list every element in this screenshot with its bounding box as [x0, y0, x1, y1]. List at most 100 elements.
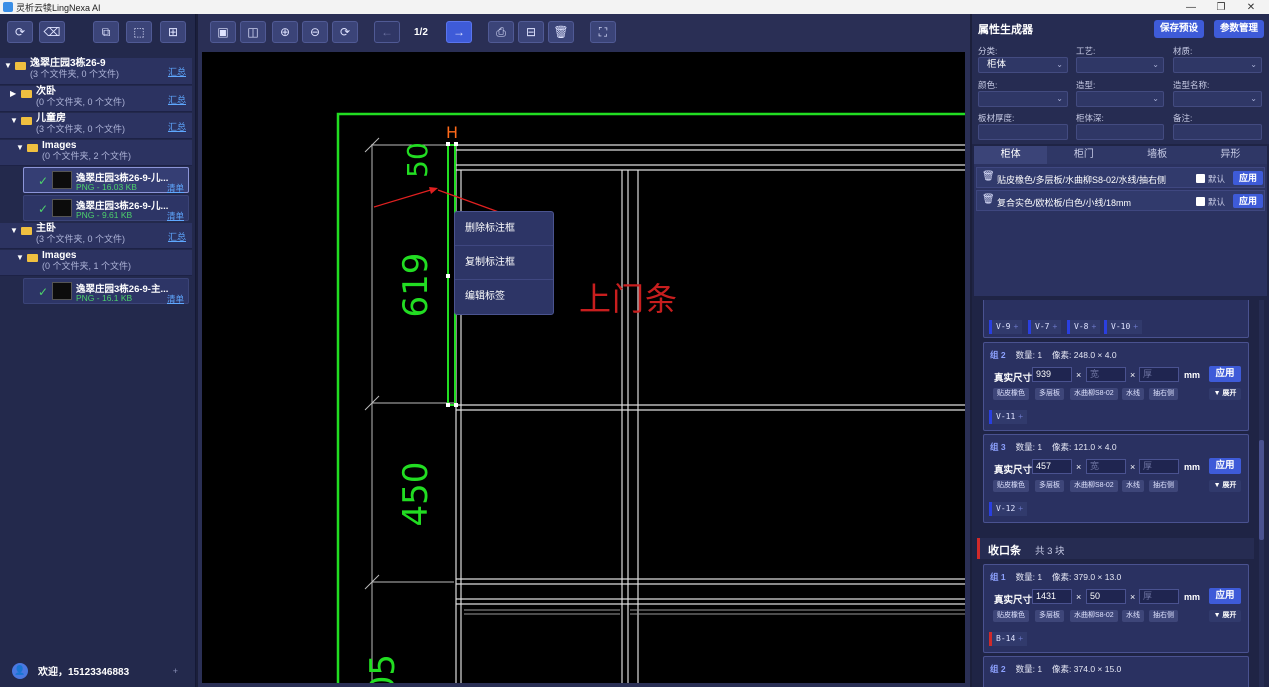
restore-button[interactable]: ❐: [1206, 0, 1236, 14]
expand-button[interactable]: ▼ 展开: [1209, 610, 1241, 622]
edit-tag-menu-item[interactable]: 编辑标签: [455, 280, 553, 314]
expand-button[interactable]: ▼ 展开: [1209, 480, 1241, 492]
apply-button[interactable]: 应用: [1209, 366, 1241, 382]
attr-tag[interactable]: 抽右侧: [1149, 610, 1178, 622]
length-input[interactable]: 939: [1032, 367, 1072, 382]
attr-tag[interactable]: 水曲柳S8-02: [1070, 480, 1118, 492]
attr-tag[interactable]: 多层板: [1035, 388, 1064, 400]
file-item-2[interactable]: ✓ 逸翠庄园3栋26-9-儿... PNG - 9.61 KB 清单: [23, 195, 189, 221]
tree-node-root[interactable]: ▼ 逸翠庄园3栋26-9 (3 个文件夹, 0 个文件) 汇总: [0, 58, 192, 85]
select-rect-button[interactable]: ◫: [240, 21, 266, 43]
apply-preset-button[interactable]: 应用: [1233, 171, 1263, 185]
draw-rect-button[interactable]: ▣: [210, 21, 236, 43]
v-tag[interactable]: V-8 +: [1067, 320, 1101, 334]
attr-tag[interactable]: 水线: [1122, 388, 1144, 400]
clear-button[interactable]: ⌫: [39, 21, 65, 43]
tab-door[interactable]: 柜门: [1047, 146, 1120, 164]
summary-link[interactable]: 汇总: [168, 65, 186, 78]
summary-link[interactable]: 汇总: [168, 93, 186, 106]
note-input[interactable]: [1173, 124, 1262, 140]
copy-box-menu-item[interactable]: 复制标注框: [455, 246, 553, 280]
refresh-button[interactable]: ⟳: [7, 21, 33, 43]
attr-tag[interactable]: 多层板: [1035, 610, 1064, 622]
thickness-field[interactable]: 厚: [1139, 589, 1179, 604]
delete-box-menu-item[interactable]: 删除标注框: [455, 212, 553, 246]
apply-button[interactable]: 应用: [1209, 588, 1241, 604]
tab-wallpanel[interactable]: 墙板: [1121, 146, 1194, 164]
width-input[interactable]: 宽: [1086, 459, 1126, 474]
prev-page-button[interactable]: ←: [374, 21, 400, 43]
summary-link[interactable]: 汇总: [168, 120, 186, 133]
depth-input[interactable]: [1076, 124, 1164, 140]
shape-select[interactable]: ⌄: [1076, 91, 1164, 107]
scrollbar-thumb[interactable]: [1259, 440, 1264, 540]
add-icon[interactable]: +: [173, 666, 178, 676]
expand-button[interactable]: ▼ 展开: [1209, 388, 1241, 400]
scrollbar[interactable]: [1259, 300, 1264, 687]
delete-button[interactable]: 🗑: [548, 21, 574, 43]
expand-arrow-icon[interactable]: ▼: [16, 253, 25, 262]
expand-arrow-icon[interactable]: ▶: [10, 89, 19, 98]
thickness-field[interactable]: 厚: [1139, 459, 1179, 474]
v-tag[interactable]: V-7 +: [1028, 320, 1062, 334]
fullscreen-button[interactable]: ⛶: [590, 21, 616, 43]
length-input[interactable]: 457: [1032, 459, 1072, 474]
export-button[interactable]: ⎙: [488, 21, 514, 43]
layout-button[interactable]: ⊞: [160, 21, 186, 43]
width-input[interactable]: 50: [1086, 589, 1126, 604]
apply-preset-button[interactable]: 应用: [1233, 194, 1263, 208]
v-tag[interactable]: V-12 +: [989, 502, 1028, 516]
attr-tag[interactable]: 水曲柳S8-02: [1070, 610, 1118, 622]
minimize-button[interactable]: —: [1176, 0, 1206, 14]
attr-tag[interactable]: 贴皮橡色: [993, 480, 1029, 492]
attr-tag[interactable]: 水曲柳S8-02: [1070, 388, 1118, 400]
reset-view-button[interactable]: ⟳: [332, 21, 358, 43]
list-link[interactable]: 清单: [167, 182, 184, 194]
tree-node-ertong[interactable]: ▼ 儿童房 (3 个文件夹, 0 个文件) 汇总: [0, 113, 192, 139]
list-link[interactable]: 清单: [167, 210, 184, 222]
v-tag[interactable]: V-11 +: [989, 410, 1028, 424]
attr-tag[interactable]: 水线: [1122, 610, 1144, 622]
file-item-3[interactable]: ✓ 逸翠庄园3栋26-9-主... PNG - 16.1 KB 清单: [23, 278, 189, 304]
param-manage-button[interactable]: 参数管理: [1214, 20, 1265, 38]
color-select[interactable]: ⌄: [978, 91, 1068, 107]
attr-tag[interactable]: 多层板: [1035, 480, 1064, 492]
zoom-out-button[interactable]: ⊖: [302, 21, 328, 43]
select-folder-button[interactable]: ⬚: [126, 21, 152, 43]
tree-node-images-1[interactable]: ▼ Images (0 个文件夹, 2 个文件): [0, 140, 192, 166]
shape-name-select[interactable]: ⌄: [1173, 91, 1262, 107]
close-button[interactable]: ✕: [1236, 0, 1266, 14]
default-checkbox[interactable]: [1196, 197, 1205, 206]
b-tag[interactable]: B-14 +: [989, 632, 1028, 646]
summary-link[interactable]: 汇总: [168, 230, 186, 243]
expand-arrow-icon[interactable]: ▼: [4, 61, 13, 70]
attr-tag[interactable]: 水线: [1122, 480, 1144, 492]
length-input[interactable]: 1431: [1032, 589, 1072, 604]
thickness-input[interactable]: [978, 124, 1068, 140]
user-avatar-icon[interactable]: 👤: [12, 662, 28, 679]
v-tag[interactable]: V-10 +: [1104, 320, 1143, 334]
tree-node-ciwo[interactable]: ▶ 次卧 (0 个文件夹, 0 个文件) 汇总: [0, 86, 192, 112]
thickness-field[interactable]: 厚: [1139, 367, 1179, 382]
category-select[interactable]: 柜体 ⌄: [978, 57, 1068, 73]
drawing-canvas[interactable]: 50 619 450 305 H 上门条 删除标注框 复制标注框 编辑标签: [202, 52, 965, 683]
craft-select[interactable]: ⌄: [1076, 57, 1164, 73]
tab-cabinet[interactable]: 柜体: [974, 146, 1048, 164]
default-checkbox[interactable]: [1196, 174, 1205, 183]
attr-tag[interactable]: 抽右侧: [1149, 388, 1178, 400]
material-select[interactable]: ⌄: [1173, 57, 1262, 73]
tree-node-images-2[interactable]: ▼ Images (0 个文件夹, 1 个文件): [0, 250, 192, 276]
split-button[interactable]: ⊟: [518, 21, 544, 43]
trash-icon[interactable]: 🗑: [982, 171, 995, 182]
zoom-in-button[interactable]: ⊕: [272, 21, 298, 43]
list-link[interactable]: 清单: [167, 293, 184, 305]
file-item-1[interactable]: ✓ 逸翠庄园3栋26-9-儿... PNG - 16.03 KB 清单: [23, 167, 189, 193]
attr-tag[interactable]: 抽右侧: [1149, 480, 1178, 492]
tree-node-zhuwo[interactable]: ▼ 主卧 (3 个文件夹, 0 个文件) 汇总: [0, 223, 192, 249]
next-page-button[interactable]: →: [446, 21, 472, 43]
attr-tag[interactable]: 贴皮橡色: [993, 388, 1029, 400]
expand-arrow-icon[interactable]: ▼: [16, 143, 25, 152]
width-input[interactable]: 宽: [1086, 367, 1126, 382]
select-file-button[interactable]: ⧉: [93, 21, 119, 43]
v-tag[interactable]: V-9 +: [989, 320, 1023, 334]
